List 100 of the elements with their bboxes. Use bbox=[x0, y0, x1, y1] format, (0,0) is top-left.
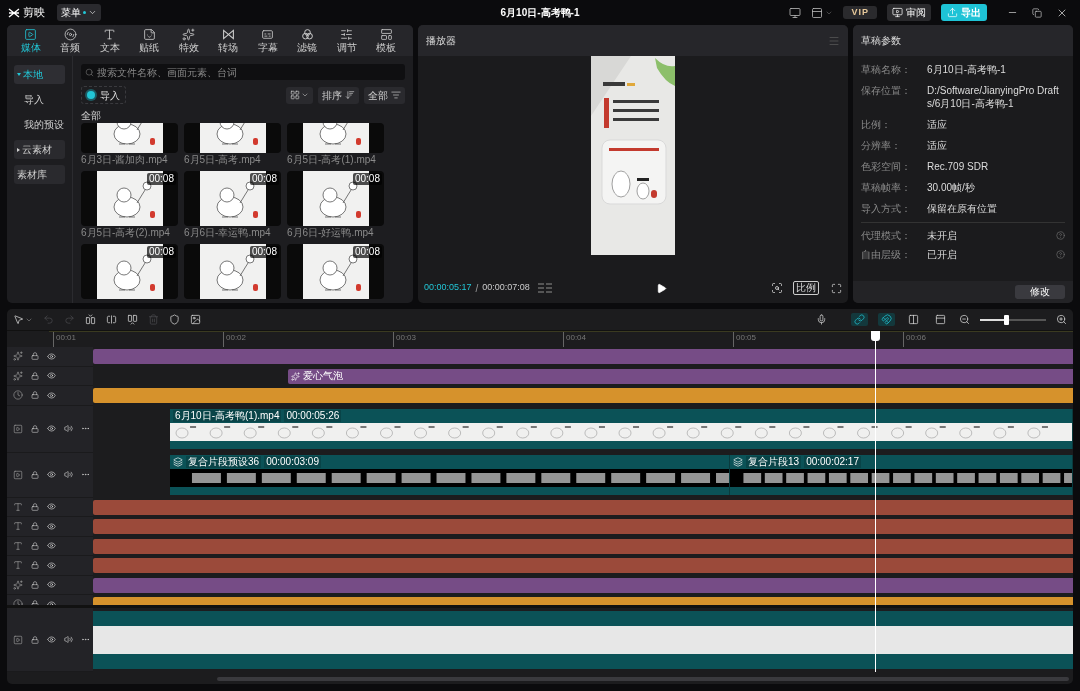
scrollbar[interactable] bbox=[217, 677, 1069, 681]
select-tool-button[interactable] bbox=[13, 314, 33, 325]
layout-button[interactable] bbox=[811, 6, 834, 19]
sparkle-icon bbox=[13, 579, 23, 590]
media-item[interactable]: 00:08 bbox=[184, 244, 281, 299]
scan-icon bbox=[771, 282, 783, 294]
monitor-button[interactable] bbox=[789, 6, 802, 19]
snap-toggle[interactable] bbox=[851, 313, 868, 326]
menu-button[interactable]: 菜单 bbox=[57, 4, 101, 21]
zoom-thumb[interactable] bbox=[1003, 314, 1009, 325]
zoom-in-button[interactable] bbox=[1056, 314, 1067, 325]
fullscreen-button[interactable] bbox=[831, 282, 842, 294]
restore-button[interactable] bbox=[1032, 7, 1042, 18]
video-clip[interactable]: 复合片段预设36 00:00:03:09 bbox=[170, 455, 730, 495]
sparkle-icon bbox=[13, 351, 23, 362]
view-toggle-button[interactable] bbox=[286, 86, 313, 104]
sparkle-icon bbox=[13, 370, 23, 381]
media-tab[interactable]: 转场 bbox=[208, 28, 248, 53]
play-box-icon bbox=[13, 634, 23, 645]
media-tab[interactable]: 特效 bbox=[169, 28, 209, 53]
current-time: 00:00:05:17 bbox=[424, 281, 472, 295]
filter-button[interactable]: 全部 bbox=[364, 86, 405, 104]
text-icon bbox=[103, 28, 117, 41]
text-clip[interactable] bbox=[93, 558, 1073, 574]
microphone-icon bbox=[816, 314, 827, 325]
video-clip[interactable]: 6月10日-高考鸭(1).mp4 00:00:05:26 bbox=[170, 409, 1073, 449]
text-clip[interactable] bbox=[93, 519, 1073, 535]
media-name: 6月6日-好运鸭.mp4 bbox=[287, 226, 375, 240]
effect-clip[interactable] bbox=[93, 577, 1073, 593]
clip-name: 复合片段13 bbox=[746, 456, 802, 468]
fit-button[interactable] bbox=[771, 282, 783, 294]
search-field[interactable]: 搜索文件名称、画面元素、台词 bbox=[81, 64, 405, 80]
main-video-clip[interactable] bbox=[93, 611, 1073, 669]
media-name: 6月5日-高考.mp4 bbox=[184, 153, 262, 167]
text-icon bbox=[13, 521, 23, 532]
export-icon bbox=[947, 7, 958, 18]
ruler-label: 00:04 bbox=[563, 332, 733, 347]
trim-right-button[interactable] bbox=[127, 314, 138, 325]
field-value: 未开启 bbox=[927, 229, 958, 242]
eye-icon bbox=[47, 560, 56, 570]
review-button[interactable]: 审阅 bbox=[887, 4, 931, 21]
split-button[interactable] bbox=[85, 314, 96, 325]
logo-icon bbox=[8, 7, 20, 18]
search-icon bbox=[85, 67, 94, 77]
play-button[interactable] bbox=[655, 282, 667, 294]
trim-left-button[interactable] bbox=[106, 314, 117, 325]
duration-label: 00:08 bbox=[146, 173, 176, 185]
lock-icon bbox=[31, 580, 39, 589]
image-button[interactable] bbox=[190, 314, 201, 325]
video-clip[interactable]: 复合片段13 00:00:02:17 bbox=[730, 455, 1073, 495]
media-tab[interactable]: 媒体 bbox=[11, 28, 51, 53]
media-tab[interactable]: 字幕 bbox=[248, 28, 288, 53]
lock-icon bbox=[31, 391, 39, 400]
grid-icon bbox=[290, 90, 300, 100]
shield-icon bbox=[169, 314, 180, 325]
sidebar-item[interactable]: 云素材 bbox=[14, 140, 65, 159]
speaker-icon bbox=[64, 635, 73, 644]
zoom-out-button[interactable] bbox=[959, 314, 970, 325]
effect-clip[interactable] bbox=[93, 349, 1073, 365]
lock-icon bbox=[31, 352, 39, 361]
ratio-button[interactable]: 比例 bbox=[793, 281, 819, 295]
media-tab[interactable]: 音频 bbox=[50, 28, 90, 53]
media-tab[interactable]: 调节 bbox=[327, 28, 367, 53]
field-label: 导入方式： bbox=[861, 202, 912, 215]
speaker-icon bbox=[64, 470, 73, 479]
media-tab[interactable]: 文本 bbox=[90, 28, 130, 53]
play-box-icon bbox=[24, 28, 38, 41]
edit-button[interactable]: 修改 bbox=[1015, 285, 1065, 299]
media-tab[interactable]: 贴纸 bbox=[129, 28, 169, 53]
media-tab[interactable]: 模板 bbox=[366, 28, 406, 53]
media-item[interactable]: 00:08 bbox=[81, 244, 178, 299]
import-button[interactable]: 导入 bbox=[81, 86, 126, 104]
lock-icon bbox=[31, 502, 39, 511]
text-clip[interactable] bbox=[93, 538, 1073, 554]
clip-duration: 00:00:05:26 bbox=[284, 410, 342, 422]
sort-button[interactable]: 排序 bbox=[318, 86, 359, 104]
shield-button[interactable] bbox=[169, 314, 180, 325]
snap-toggle[interactable] bbox=[878, 313, 895, 326]
text-clip[interactable] bbox=[93, 499, 1073, 515]
template-icon bbox=[379, 28, 393, 41]
sticker-clip[interactable] bbox=[93, 388, 1073, 404]
redo-icon bbox=[64, 314, 75, 325]
media-tab[interactable]: 滤镜 bbox=[287, 28, 327, 53]
eye-icon bbox=[47, 502, 56, 512]
duration-label: 00:08 bbox=[249, 246, 279, 258]
eye-icon bbox=[47, 580, 56, 590]
media-name: 6月5日-高考(1).mp4 bbox=[287, 153, 377, 167]
sidebar-item[interactable]: 本地 bbox=[14, 65, 65, 84]
effect-clip[interactable]: 爱心气泡 bbox=[288, 368, 1073, 384]
vip-badge[interactable]: VIP bbox=[843, 6, 877, 19]
media-item[interactable]: 00:08 bbox=[287, 244, 384, 299]
sidebar-item[interactable]: 导入 bbox=[14, 90, 65, 109]
text-icon bbox=[13, 501, 23, 512]
record-button[interactable] bbox=[816, 314, 827, 325]
sliders-icon bbox=[340, 28, 354, 41]
toggle-icon bbox=[908, 314, 919, 325]
panel-title: 草稿参数 bbox=[861, 34, 901, 48]
sidebar-item[interactable]: 我的预设 bbox=[14, 115, 65, 134]
compound-icon bbox=[733, 457, 743, 467]
sidebar-item[interactable]: 素材库 bbox=[14, 165, 65, 184]
